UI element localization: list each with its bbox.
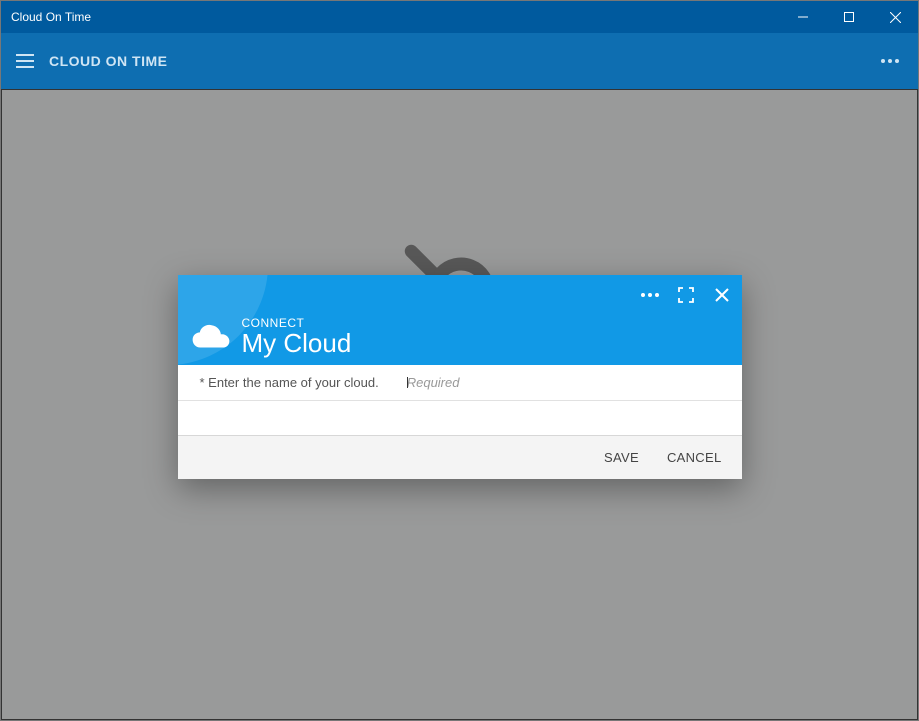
spacer-row xyxy=(178,401,742,435)
dialog-more-button[interactable] xyxy=(638,283,662,307)
dialog-close-button[interactable] xyxy=(710,283,734,307)
app-title: CLOUD ON TIME xyxy=(49,53,168,69)
connect-dialog: CONNECT My Cloud * Enter the name of you… xyxy=(178,275,742,479)
save-button[interactable]: SAVE xyxy=(604,450,639,465)
window-titlebar: Cloud On Time xyxy=(1,1,918,33)
dialog-header: CONNECT My Cloud xyxy=(178,275,742,365)
more-icon xyxy=(641,293,659,297)
hamburger-icon xyxy=(16,54,34,68)
menu-button[interactable] xyxy=(1,33,49,89)
cloud-icon xyxy=(190,323,232,351)
fullscreen-icon xyxy=(678,287,694,303)
app-more-button[interactable] xyxy=(870,33,918,89)
cancel-button[interactable]: CANCEL xyxy=(667,450,722,465)
window-minimize-button[interactable] xyxy=(780,1,826,33)
dialog-title: My Cloud xyxy=(242,330,352,357)
dialog-header-actions xyxy=(638,283,734,307)
text-cursor xyxy=(407,377,408,388)
dialog-body: * Enter the name of your cloud. xyxy=(178,365,742,435)
window-maximize-button[interactable] xyxy=(826,1,872,33)
app-bar: CLOUD ON TIME xyxy=(1,33,918,89)
cloud-name-field-row: * Enter the name of your cloud. xyxy=(178,365,742,401)
window-title: Cloud On Time xyxy=(1,10,780,24)
dialog-fullscreen-button[interactable] xyxy=(674,283,698,307)
window-close-button[interactable] xyxy=(872,1,918,33)
close-icon xyxy=(714,287,730,303)
cloud-name-label: * Enter the name of your cloud. xyxy=(200,375,379,390)
cloud-name-input[interactable] xyxy=(407,375,720,390)
app-window: Cloud On Time CLOUD ON TIME xyxy=(0,0,919,721)
content-area: CONNECT My Cloud * Enter the name of you… xyxy=(1,89,918,720)
more-icon xyxy=(881,59,899,63)
dialog-footer: SAVE CANCEL xyxy=(178,435,742,479)
